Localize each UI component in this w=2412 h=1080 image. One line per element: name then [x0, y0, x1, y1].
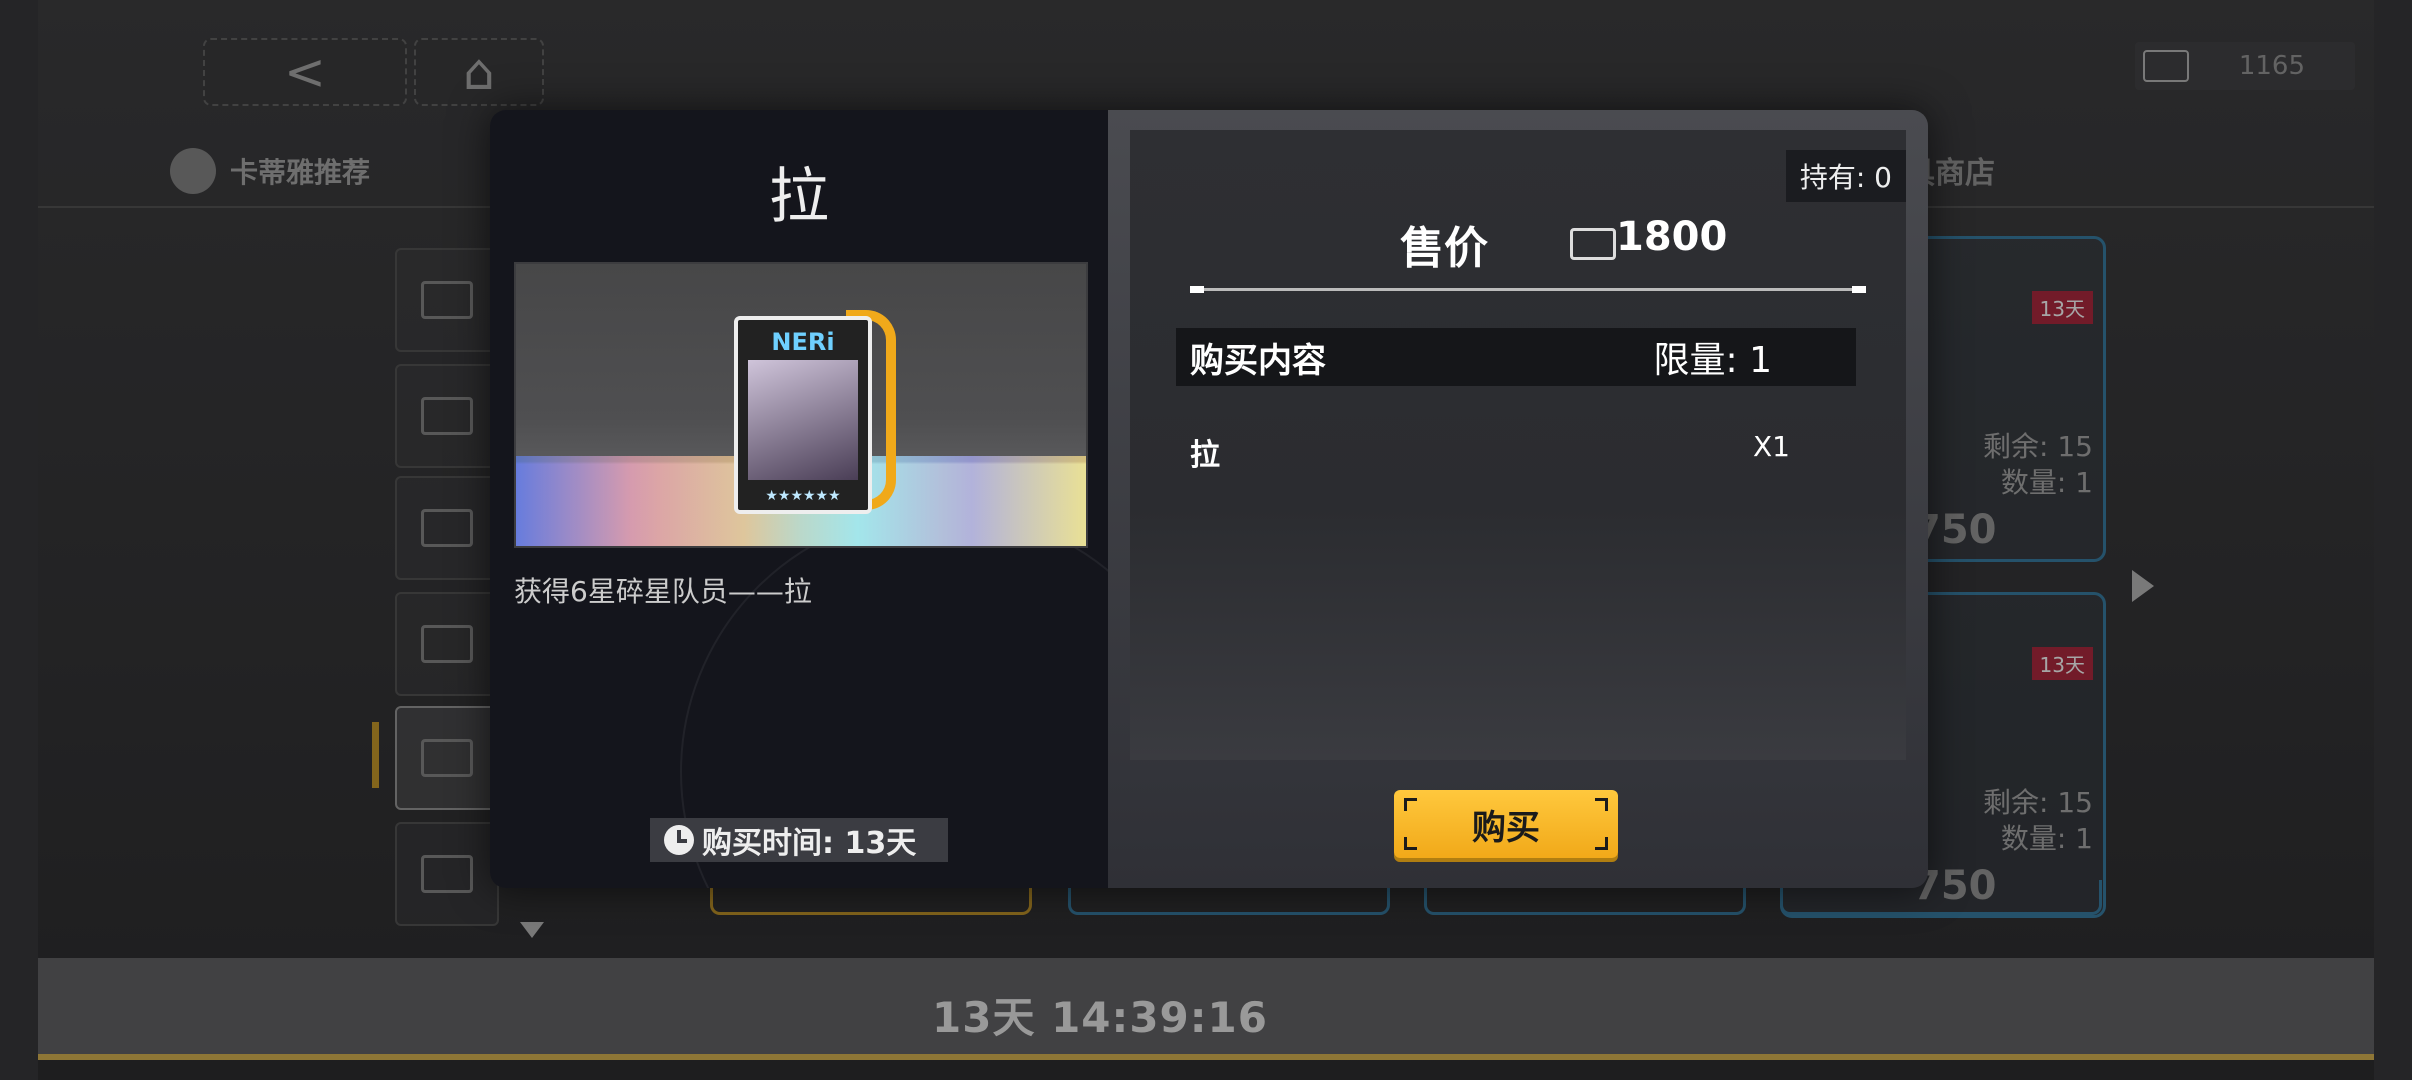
refresh-timer: 13天 14:39:16 [932, 993, 1269, 1042]
price-label: 售价 [1400, 223, 1488, 274]
purchase-dialog: 拉 NERi ★★★★★★ 获得6星碎星队员——拉 购买时间: 13天 持有: … [490, 110, 1928, 888]
purchase-panel: 持有: 0 售价 1800 购买内容 限量: 1 拉 X1 购买 [1108, 110, 1928, 888]
price-divider [1190, 286, 1866, 293]
character-portrait [748, 360, 858, 480]
item-description: 获得6星碎星队员——拉 [514, 575, 812, 608]
purchase-time-badge: 购买时间: 13天 [650, 818, 948, 862]
item-info-panel: 拉 NERi ★★★★★★ 获得6星碎星队员——拉 购买时间: 13天 [490, 110, 1204, 888]
purchase-item-count: X1 [1753, 430, 1790, 463]
clock-icon [664, 825, 694, 855]
purchase-item-name: 拉 [1190, 438, 1220, 473]
price-value: 1800 [1616, 214, 1728, 260]
currency-icon [1570, 228, 1616, 260]
buy-button-label: 购买 [1472, 807, 1540, 848]
purchase-time-text: 购买时间: 13天 [702, 826, 917, 861]
purchase-details: 持有: 0 售价 1800 购买内容 限量: 1 拉 X1 [1130, 130, 1906, 760]
footer-accent-line [38, 1054, 2374, 1060]
buy-button[interactable]: 购买 [1394, 790, 1618, 858]
item-preview: NERi ★★★★★★ [514, 262, 1088, 548]
owned-count: 持有: 0 [1785, 150, 1906, 202]
purchase-content-label: 购买内容 [1190, 340, 1326, 381]
purchase-content-header: 购买内容 限量: 1 [1176, 328, 1856, 386]
star-rating: ★★★★★★ [765, 488, 841, 504]
purchase-item-row: 拉 X1 [1190, 430, 1790, 474]
character-card-image: NERi ★★★★★★ [734, 316, 872, 514]
card-logo: NERi [771, 328, 835, 356]
item-title: 拉 [769, 162, 829, 232]
purchase-limit: 限量: 1 [1653, 340, 1772, 381]
